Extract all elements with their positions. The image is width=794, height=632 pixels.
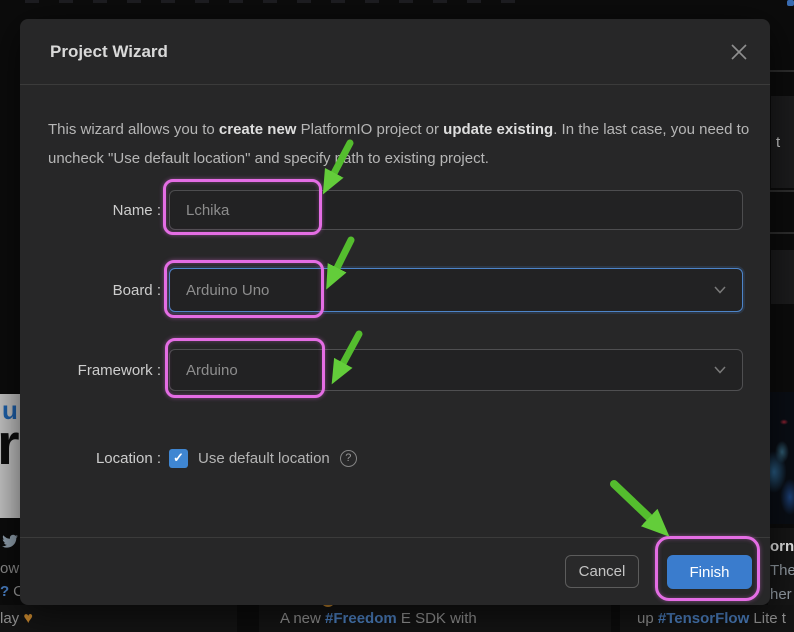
heart-icon: ♥	[23, 610, 33, 627]
dialog-header: Project Wizard	[20, 19, 770, 85]
use-default-location-label: Use default location	[198, 450, 330, 467]
background-image-letter-r: r	[0, 420, 20, 469]
wizard-description: This wizard allows you to create new Pla…	[48, 115, 750, 173]
background-text-fragment: orn	[770, 538, 794, 555]
background-card-fragment	[771, 250, 794, 304]
framework-select-value: Arduino	[186, 362, 238, 379]
framework-label: Framework :	[20, 362, 161, 379]
location-label: Location :	[20, 450, 161, 467]
twitter-icon	[1, 534, 19, 549]
tensorflow-hashtag-link[interactable]: #TensorFlow	[658, 610, 749, 627]
chevron-down-icon	[714, 286, 726, 294]
background-text-fragment: her	[770, 586, 792, 603]
background-blue-accent	[787, 0, 794, 6]
framework-select[interactable]: Arduino	[169, 349, 743, 391]
background-photo-fragment	[770, 392, 794, 524]
background-divider	[770, 190, 794, 192]
name-label: Name :	[20, 202, 161, 219]
finish-button[interactable]: Finish	[667, 555, 752, 589]
background-text-fragment: t	[776, 134, 780, 151]
board-select[interactable]: Arduino Uno	[169, 268, 743, 312]
project-wizard-dialog: Project Wizard This wizard allows you to…	[20, 19, 770, 605]
background-divider	[770, 70, 794, 72]
background-tweet-card-middle: A new #Freedom E SDK with	[259, 605, 611, 632]
background-top-cropped-text	[25, 0, 525, 3]
background-card-fragment	[771, 96, 794, 188]
background-tweet-card-left: lay ♥	[0, 605, 237, 632]
background-tweet-card-right: up #TensorFlow Lite t	[620, 605, 794, 632]
board-select-value: Arduino Uno	[186, 282, 269, 299]
background-text-fragment: The	[770, 562, 794, 579]
use-default-location-checkbox[interactable]: ✓	[169, 449, 188, 468]
background-divider	[770, 232, 794, 234]
freedom-hashtag-link[interactable]: #Freedom	[325, 610, 397, 627]
board-label: Board :	[20, 282, 161, 299]
close-icon[interactable]	[730, 43, 748, 61]
chevron-down-icon	[714, 366, 726, 374]
background-text-fragment: ow	[0, 560, 19, 577]
project-name-input[interactable]	[169, 190, 743, 230]
footer-divider	[20, 537, 770, 538]
dialog-title: Project Wizard	[50, 42, 168, 62]
help-icon[interactable]: ?	[340, 450, 357, 467]
background-link-fragment[interactable]: ?	[0, 583, 9, 600]
cancel-button[interactable]: Cancel	[565, 555, 639, 588]
background-left-image: u r	[0, 394, 20, 518]
check-icon: ✓	[173, 450, 184, 466]
